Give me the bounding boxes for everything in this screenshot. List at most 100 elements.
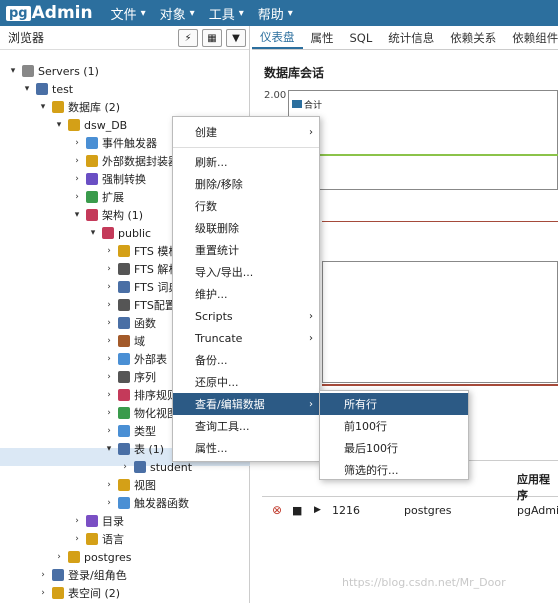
- database-icon: [68, 119, 80, 131]
- chevron-right-icon[interactable]: ›: [104, 354, 114, 364]
- tree-node[interactable]: › 表空间 (2): [38, 584, 120, 602]
- chevron-right-icon[interactable]: ›: [104, 390, 114, 400]
- chevron-right-icon[interactable]: ›: [104, 318, 114, 328]
- filter-button[interactable]: ▼: [226, 29, 246, 47]
- chevron-down-icon[interactable]: ▾: [104, 444, 114, 454]
- cancel-icon[interactable]: ⊗: [272, 503, 282, 517]
- menu-object[interactable]: 对象 ▾: [160, 4, 195, 23]
- chevron-right-icon[interactable]: ›: [104, 498, 114, 508]
- expand-icon[interactable]: ▶: [314, 505, 321, 515]
- top-bar: pg Admin 文件 ▾ 对象 ▾ 工具 ▾ 帮助 ▾: [0, 0, 558, 26]
- tree-node[interactable]: ▾ test: [22, 80, 73, 98]
- chevron-right-icon[interactable]: ›: [72, 192, 82, 202]
- context-menu-item[interactable]: 重置统计: [173, 239, 319, 261]
- chevron-right-icon[interactable]: ›: [72, 534, 82, 544]
- chevron-down-icon[interactable]: ▾: [72, 210, 82, 220]
- tree-node[interactable]: › 函数: [104, 314, 156, 332]
- menu-tools[interactable]: 工具 ▾: [209, 4, 244, 23]
- tree-node[interactable]: › 目录: [72, 512, 124, 530]
- tab-statistics[interactable]: 统计信息: [380, 27, 442, 49]
- context-menu-item[interactable]: 属性...: [173, 437, 319, 459]
- chevron-down-icon[interactable]: ▾: [22, 84, 32, 94]
- context-menu-item[interactable]: 删除/移除: [173, 173, 319, 195]
- tree-node[interactable]: › FTS 解析: [104, 260, 179, 278]
- tree-node[interactable]: › FTS配置: [104, 296, 176, 314]
- context-menu-item[interactable]: 级联删除: [173, 217, 319, 239]
- table-row[interactable]: ⊗ ■ ▶ 1216 postgres pgAdmi: [262, 498, 558, 522]
- tree-node-label: student: [150, 460, 193, 474]
- context-menu-item[interactable]: 导入/导出...: [173, 261, 319, 283]
- context-menu-item[interactable]: 创建 ›: [173, 121, 319, 143]
- tree-node[interactable]: ▾ public: [88, 224, 151, 242]
- tree-node[interactable]: ▾ 数据库 (2): [38, 98, 120, 116]
- tab-dependents[interactable]: 依赖组件: [504, 27, 558, 49]
- tree-node[interactable]: › 类型: [104, 422, 156, 440]
- tab-dashboard[interactable]: 仪表盘: [252, 27, 303, 49]
- chevron-down-icon[interactable]: ▾: [88, 228, 98, 238]
- submenu-item[interactable]: 最后100行: [320, 437, 468, 459]
- tree-node[interactable]: › FTS 词典: [104, 278, 179, 296]
- tree-node-label: dsw_DB: [84, 118, 128, 132]
- chevron-right-icon[interactable]: ›: [72, 516, 82, 526]
- chevron-right-icon[interactable]: ›: [72, 156, 82, 166]
- chevron-right-icon[interactable]: ›: [120, 462, 130, 472]
- tree-node[interactable]: › 外部数据封装器: [72, 152, 179, 170]
- view-data-button[interactable]: ▦: [202, 29, 222, 47]
- tree-node[interactable]: ▾ Servers (1): [8, 62, 99, 80]
- chevron-right-icon[interactable]: ›: [104, 246, 114, 256]
- chevron-down-icon[interactable]: ▾: [8, 66, 18, 76]
- tab-sql[interactable]: SQL: [342, 27, 381, 49]
- menu-file[interactable]: 文件 ▾: [111, 4, 146, 23]
- tree-node[interactable]: › FTS 模板: [104, 242, 179, 260]
- query-tool-button[interactable]: ⚡: [178, 29, 198, 47]
- chevron-right-icon[interactable]: ›: [104, 282, 114, 292]
- tree-node[interactable]: › 登录/组角色: [38, 566, 127, 584]
- tree-node[interactable]: › 扩展: [72, 188, 124, 206]
- stop-icon[interactable]: ■: [292, 504, 302, 517]
- chevron-right-icon[interactable]: ›: [104, 300, 114, 310]
- context-menu-item[interactable]: 刷新...: [173, 151, 319, 173]
- tree-node[interactable]: › 外部表: [104, 350, 167, 368]
- chevron-right-icon[interactable]: ›: [104, 372, 114, 382]
- context-menu-item[interactable]: 查询工具...: [173, 415, 319, 437]
- tree-node[interactable]: › 域: [104, 332, 145, 350]
- chevron-right-icon[interactable]: ›: [104, 426, 114, 436]
- tree-node[interactable]: › 序列: [104, 368, 156, 386]
- tree-node[interactable]: › 视图: [104, 476, 156, 494]
- chevron-right-icon[interactable]: ›: [104, 480, 114, 490]
- context-menu-item[interactable]: 维护...: [173, 283, 319, 305]
- chevron-right-icon[interactable]: ›: [38, 570, 48, 580]
- tree-node[interactable]: ▾ 架构 (1): [72, 206, 143, 224]
- tree-node[interactable]: › 排序规则: [104, 386, 178, 404]
- tree-node-label: FTS配置: [134, 299, 176, 312]
- chevron-right-icon[interactable]: ›: [38, 588, 48, 598]
- tree-node[interactable]: › 物化视图: [104, 404, 178, 422]
- chevron-down-icon[interactable]: ▾: [38, 102, 48, 112]
- tree-node[interactable]: › 语言: [72, 530, 124, 548]
- chevron-right-icon[interactable]: ›: [104, 408, 114, 418]
- tab-dependencies[interactable]: 依赖关系: [442, 27, 504, 49]
- context-menu-item[interactable]: Truncate ›: [173, 327, 319, 349]
- context-menu-item[interactable]: 查看/编辑数据 ›: [173, 393, 319, 415]
- chevron-right-icon[interactable]: ›: [72, 174, 82, 184]
- tab-properties[interactable]: 属性: [303, 27, 342, 49]
- tree-node[interactable]: › 事件触发器: [72, 134, 157, 152]
- context-menu-item[interactable]: 行数: [173, 195, 319, 217]
- context-menu-item[interactable]: 备份...: [173, 349, 319, 371]
- chevron-right-icon[interactable]: ›: [54, 552, 64, 562]
- context-menu-item[interactable]: 还原中...: [173, 371, 319, 393]
- context-menu-item[interactable]: Scripts ›: [173, 305, 319, 327]
- submenu-item[interactable]: 所有行: [320, 393, 468, 415]
- submenu-item[interactable]: 前100行: [320, 415, 468, 437]
- submenu-item[interactable]: 筛选的行...: [320, 459, 468, 481]
- tree-node[interactable]: ▾ 表 (1): [104, 440, 164, 458]
- tree-node[interactable]: › postgres: [54, 548, 131, 566]
- menu-help[interactable]: 帮助 ▾: [258, 4, 293, 23]
- tree-node[interactable]: › 触发器函数: [104, 494, 189, 512]
- chevron-right-icon[interactable]: ›: [72, 138, 82, 148]
- chevron-down-icon[interactable]: ▾: [54, 120, 64, 130]
- chevron-right-icon[interactable]: ›: [104, 336, 114, 346]
- tree-node[interactable]: › 强制转换: [72, 170, 146, 188]
- chevron-right-icon[interactable]: ›: [104, 264, 114, 274]
- tree-node[interactable]: ▾ dsw_DB: [54, 116, 128, 134]
